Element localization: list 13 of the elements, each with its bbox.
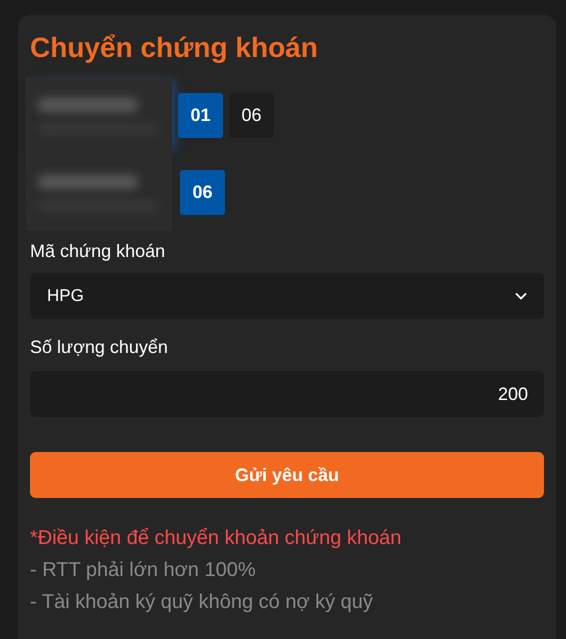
page-title: Chuyển chứng khoán	[30, 31, 319, 65]
quantity-input[interactable]: 200	[30, 371, 544, 417]
sub-account-tab[interactable]: 06	[229, 93, 274, 138]
sub-account-tab[interactable]: 06	[180, 170, 225, 215]
condition-line: - Tài khoản ký quỹ không có nợ ký quỹ	[30, 590, 374, 615]
field-label: Mã chứng khoán	[30, 240, 166, 263]
select-value: HPG	[47, 285, 84, 308]
conditions-heading: *Điều kiện để chuyển khoản chứng khoán	[30, 526, 402, 551]
stock-select[interactable]: HPG	[30, 273, 544, 319]
condition-line: - RTT phải lớn hơn 100%	[30, 558, 257, 583]
chevron-down-icon	[515, 292, 527, 300]
sub-account-tab[interactable]: 01	[178, 93, 223, 138]
field-label: Số lượng chuyển	[30, 336, 169, 359]
